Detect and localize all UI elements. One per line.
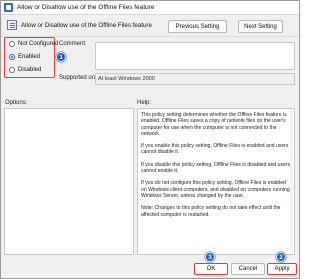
window-title: Allow or Disallow use of the Offline Fil…: [17, 4, 155, 11]
disabled-radio-icon[interactable]: [9, 67, 15, 73]
help-paragraph: If you enable this policy setting, Offli…: [141, 143, 289, 156]
ok-button[interactable]: OK: [194, 263, 228, 275]
radio-disabled[interactable]: Disabled: [9, 67, 41, 73]
enabled-label: Enabled: [18, 54, 41, 60]
help-paragraph: Note: Changes to this policy setting do …: [141, 205, 281, 218]
enabled-radio-icon[interactable]: [9, 54, 15, 60]
radio-enabled[interactable]: Enabled: [9, 54, 40, 60]
options-panel: [4, 108, 134, 255]
apply-button[interactable]: Apply: [267, 263, 297, 275]
help-label: Help:: [137, 100, 152, 106]
previous-setting-button[interactable]: Previous Setting: [168, 20, 227, 33]
help-panel: This policy setting determines whether t…: [137, 108, 295, 255]
cancel-button[interactable]: Cancel: [231, 263, 265, 275]
supported-on-label: Supported on:: [59, 75, 97, 81]
help-scrollbar[interactable]: [290, 110, 293, 254]
setting-title: Allow or Disallow use of the Offline Fil…: [21, 22, 152, 29]
policy-app-icon: [4, 3, 13, 12]
step-badge-3: 3: [205, 252, 215, 262]
help-paragraph: If you disable this policy setting, Offl…: [141, 161, 291, 175]
policy-dialog: Allow or Disallow use of the Offline Fil…: [0, 0, 300, 279]
disabled-label: Disabled: [18, 67, 42, 73]
not-configured-label: Not Configured: [18, 41, 59, 47]
step-badge-2: 2: [276, 252, 286, 262]
policy-setting-icon: [7, 20, 17, 30]
state-radio-group: Not Configured Enabled Disabled: [4, 37, 58, 78]
title-bar: Allow or Disallow use of the Offline Fil…: [1, 1, 299, 15]
help-paragraph: If you do not configure this policy sett…: [141, 180, 290, 199]
comment-label: Comment:: [59, 41, 87, 47]
step-badge-1: 1: [56, 52, 66, 62]
not-configured-radio-icon[interactable]: [9, 41, 15, 47]
header-row: Allow or Disallow use of the Offline Fil…: [1, 16, 299, 37]
comment-field[interactable]: [95, 42, 295, 70]
options-label: Options:: [5, 100, 28, 106]
help-paragraph: This policy setting determines whether t…: [141, 112, 287, 137]
supported-on-value: At least Windows 2000: [95, 73, 295, 85]
radio-not-configured[interactable]: Not Configured: [9, 41, 58, 47]
next-setting-button[interactable]: Next Setting: [238, 20, 283, 33]
